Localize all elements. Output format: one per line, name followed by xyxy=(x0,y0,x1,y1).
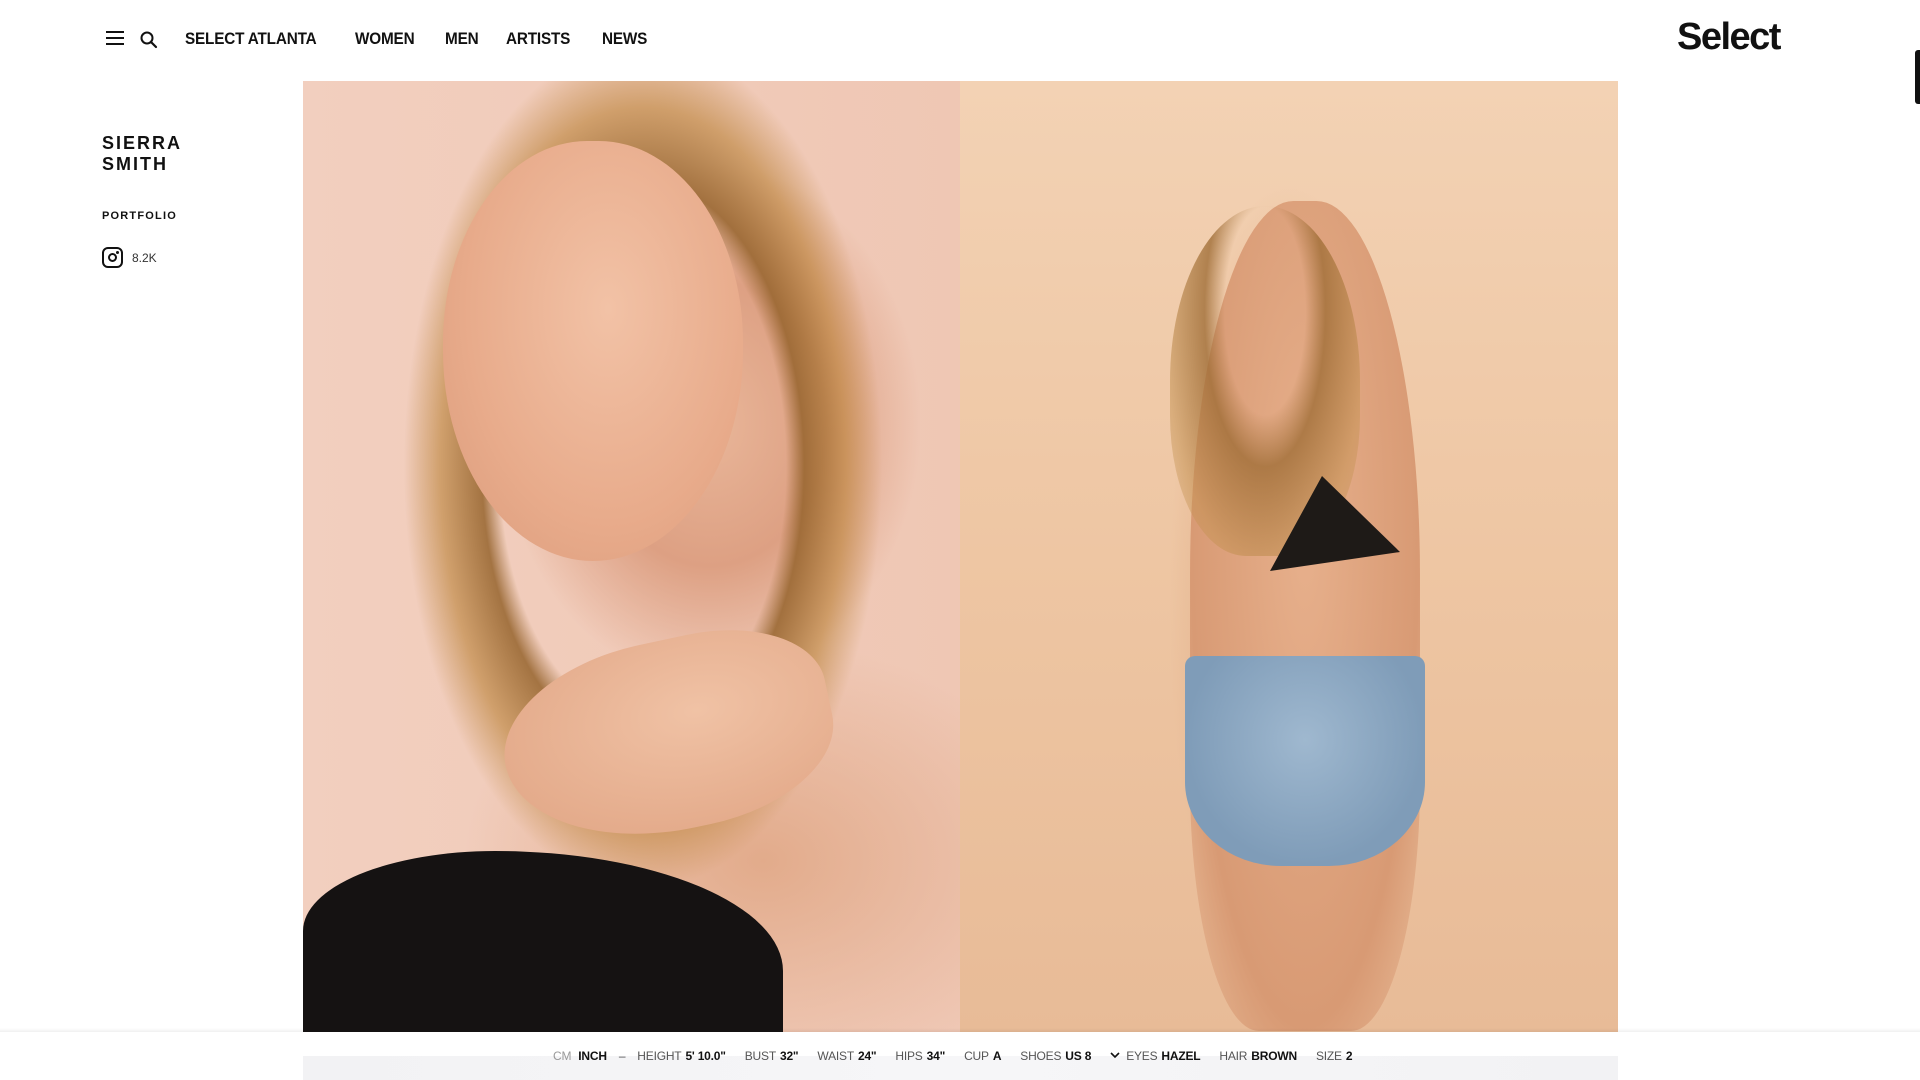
stat-hips: HIPS 34" xyxy=(895,1049,945,1063)
unit-inch-toggle[interactable]: INCH xyxy=(578,1049,607,1063)
stat-label: CUP xyxy=(964,1049,989,1063)
stat-size: SIZE 2 xyxy=(1315,1049,1353,1063)
unit-separator: – xyxy=(618,1049,626,1063)
model-name: SIERRA SMITH xyxy=(102,133,262,175)
nav-artists[interactable]: ARTISTS xyxy=(506,29,570,49)
stat-label: SIZE xyxy=(1315,1049,1342,1063)
stat-label: SHOES xyxy=(1020,1049,1062,1063)
stat-bust: BUST 32" xyxy=(745,1049,799,1063)
instagram-link[interactable]: 8.2K xyxy=(102,247,262,268)
stat-cup: CUP A xyxy=(964,1049,1001,1063)
stat-value: 24" xyxy=(857,1049,877,1063)
stat-label: HEIGHT xyxy=(637,1049,682,1063)
stat-label: HIPS xyxy=(895,1049,923,1063)
stat-waist: WAIST 24" xyxy=(817,1049,876,1063)
scrollbar-thumb[interactable] xyxy=(1915,50,1920,104)
stat-value: 2 xyxy=(1345,1049,1353,1063)
nav-news[interactable]: NEWS xyxy=(602,29,647,49)
model-last-name: SMITH xyxy=(102,154,168,174)
stat-value: BROWN xyxy=(1251,1049,1297,1063)
portfolio-link[interactable]: PORTFOLIO xyxy=(102,210,262,222)
portfolio-photo-fullbody[interactable] xyxy=(960,81,1618,1032)
nav-women[interactable]: WOMEN xyxy=(355,29,415,49)
search-icon[interactable] xyxy=(139,30,159,50)
stat-label: EYES xyxy=(1126,1049,1158,1063)
nav-select-atlanta[interactable]: SELECT ATLANTA xyxy=(185,29,317,49)
model-sidebar: SIERRA SMITH PORTFOLIO 8.2K xyxy=(102,133,262,268)
stat-value: 32" xyxy=(779,1049,799,1063)
portfolio-photo-closeup[interactable] xyxy=(303,81,960,1032)
site-logo[interactable]: Select xyxy=(1677,16,1781,59)
header: SELECT ATLANTA WOMEN MEN ARTISTS NEWS Se… xyxy=(0,0,1920,80)
stat-hair: HAIR BROWN xyxy=(1219,1049,1297,1063)
instagram-icon xyxy=(102,247,123,268)
measurements: CM INCH – HEIGHT 5' 10.0" BUST 32" WAIST… xyxy=(553,1049,1371,1063)
unit-cm-toggle[interactable]: CM xyxy=(553,1049,571,1063)
hamburger-icon[interactable] xyxy=(106,31,126,49)
stat-label: WAIST xyxy=(817,1049,854,1063)
stat-value: 34" xyxy=(926,1049,946,1063)
photo-face-shape xyxy=(443,141,743,561)
stat-height: HEIGHT 5' 10.0" xyxy=(637,1049,726,1063)
stat-label: HAIR xyxy=(1219,1049,1248,1063)
stat-value: HAZEL xyxy=(1161,1049,1201,1063)
model-first-name: SIERRA xyxy=(102,133,183,153)
stat-value: A xyxy=(992,1049,1002,1063)
stat-label: BUST xyxy=(744,1049,776,1063)
stat-shoes: SHOES US 8 xyxy=(1020,1049,1091,1063)
stat-value: US 8 xyxy=(1065,1049,1092,1063)
photo-shorts-shape xyxy=(1185,656,1425,866)
nav-men[interactable]: MEN xyxy=(445,29,479,49)
chevron-down-icon[interactable] xyxy=(1110,1051,1120,1062)
page: SELECT ATLANTA WOMEN MEN ARTISTS NEWS Se… xyxy=(0,0,1920,1080)
stat-eyes[interactable]: EYES HAZEL xyxy=(1110,1049,1201,1063)
main-nav: SELECT ATLANTA WOMEN MEN ARTISTS NEWS xyxy=(185,29,652,49)
instagram-followers: 8.2K xyxy=(132,250,157,265)
stat-value: 5' 10.0" xyxy=(685,1049,726,1063)
